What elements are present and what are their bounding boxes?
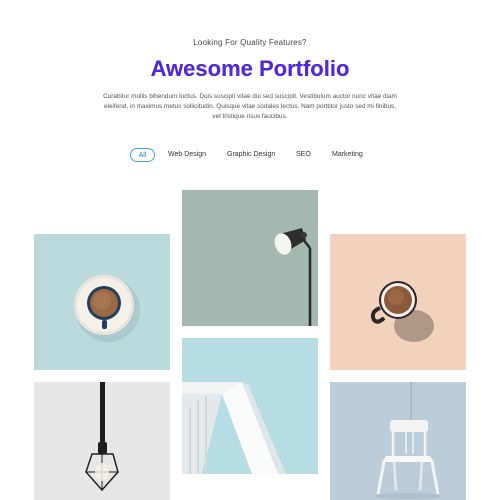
white-chair-image	[330, 382, 466, 500]
portfolio-item-desk-lamp[interactable]	[182, 190, 318, 326]
filter-seo[interactable]: SEO	[296, 148, 311, 162]
section-eyebrow: Looking For Quality Features?	[193, 38, 307, 47]
filter-marketing[interactable]: Marketing	[332, 148, 363, 162]
section-title: Awesome Portfolio	[0, 56, 500, 82]
filter-graphic-design[interactable]: Graphic Design	[227, 148, 275, 162]
coffee-cup-top-image	[34, 234, 170, 370]
filter-all[interactable]: All	[130, 148, 155, 162]
pendant-bulb-image	[34, 382, 170, 500]
desk-lamp-image	[182, 190, 318, 326]
filter-web-design[interactable]: Web Design	[168, 148, 206, 162]
portfolio-item-white-chair[interactable]	[330, 382, 466, 500]
portfolio-item-pendant-bulb[interactable]	[34, 382, 170, 500]
section-description: Curabitur mollis bibendum luctus. Duis s…	[103, 93, 397, 120]
portfolio-item-architecture[interactable]	[182, 338, 318, 474]
portfolio-item-coffee-cup-top[interactable]	[34, 234, 170, 370]
architecture-image	[182, 338, 318, 474]
portfolio-page: Looking For Quality Features? Awesome Po…	[0, 0, 500, 500]
coffee-cup-side-image	[330, 234, 466, 370]
portfolio-filter-bar: All Web Design Graphic Design SEO Market…	[0, 148, 500, 162]
portfolio-item-coffee-cup-side[interactable]	[330, 234, 466, 370]
